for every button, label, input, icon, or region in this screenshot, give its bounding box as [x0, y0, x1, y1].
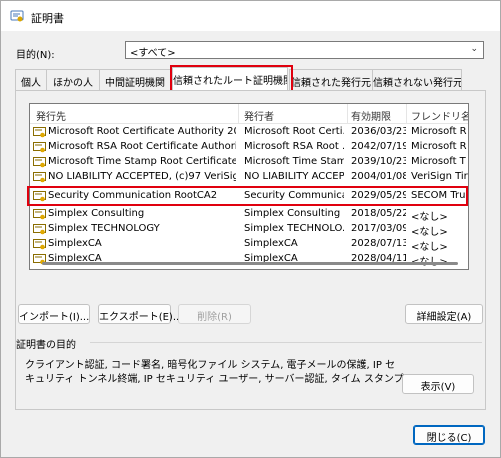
issued-by-cell: Microsoft RSA Root ...: [244, 141, 344, 152]
table-row[interactable]: SimplexCA SimplexCA 2028/07/13 <なし>: [30, 237, 468, 253]
export-button[interactable]: エクスポート(E)...: [98, 304, 182, 324]
remove-button[interactable]: 削除(R): [178, 304, 251, 324]
certificate-icon: [33, 224, 46, 235]
import-button[interactable]: インポート(I)...: [18, 304, 90, 324]
tab-untrusted-publishers[interactable]: 信頼されない発行元: [372, 69, 462, 90]
issued-by-cell: Microsoft Root Certi...: [244, 126, 344, 137]
column-issued-to[interactable]: 発行先: [36, 108, 236, 123]
expiration-cell: 2017/03/09: [351, 223, 406, 234]
certificate-icon: [33, 157, 46, 168]
table-row-selected[interactable]: Security Communication RootCA2 Security …: [30, 189, 468, 204]
expiration-cell: 2039/10/23: [351, 156, 406, 167]
certificate-dialog: 証明書 目的(N): <すべて> ⌄ 個人 ほかの人 中間証明機関 信頼されたル…: [0, 0, 501, 458]
horizontal-scrollbar[interactable]: [42, 262, 458, 265]
table-row[interactable]: Simplex Consulting Simplex Consulting 20…: [30, 207, 468, 223]
group-divider: [90, 342, 482, 343]
issued-to-cell: Microsoft Time Stamp Root Certificate Au…: [48, 156, 236, 167]
certificate-icon: [33, 142, 46, 153]
column-issued-by[interactable]: 発行者: [244, 108, 344, 123]
friendly-name-cell: VeriSign Tir: [411, 171, 468, 182]
certificate-list[interactable]: 発行先 発行者 有効期限 フレンドリ名 Microsoft Root Certi…: [29, 103, 469, 270]
table-row[interactable]: Microsoft Time Stamp Root Certificate Au…: [30, 155, 468, 170]
certificate-icon: [33, 209, 46, 220]
expiration-cell: 2028/07/13: [351, 238, 406, 249]
column-expiration[interactable]: 有効期限: [351, 108, 406, 123]
friendly-name-cell: <なし>: [411, 242, 448, 253]
certificate-icon: [33, 239, 46, 250]
issued-to-cell: Simplex TECHNOLOGY: [48, 223, 160, 234]
certificate-purposes-group: 証明書の目的 クライアント認証, コード署名, 暗号化ファイル システム, 電子…: [16, 336, 482, 406]
tab-trusted-root-ca[interactable]: 信頼されたルート証明機関: [172, 67, 288, 91]
certificate-purposes-text: クライアント認証, コード署名, 暗号化ファイル システム, 電子メールの保護,…: [25, 360, 404, 385]
friendly-name-cell: SECOM Tru: [411, 190, 466, 201]
expiration-cell: 2004/01/08: [351, 171, 406, 182]
advanced-button[interactable]: 詳細設定(A): [405, 304, 483, 324]
table-row[interactable]: Simplex TECHNOLOGY Simplex TECHNOLO... 2…: [30, 222, 468, 238]
issued-by-cell: Microsoft Time Stam...: [244, 156, 344, 167]
purpose-select-value: <すべて>: [130, 48, 176, 59]
issued-by-cell: Security Communica...: [244, 190, 344, 201]
friendly-name-cell: <なし>: [411, 253, 468, 268]
column-friendly-name[interactable]: フレンドリ名: [411, 108, 468, 123]
friendly-name-cell: Microsoft R: [411, 126, 467, 137]
issued-to-cell: Security Communication RootCA2: [48, 190, 218, 201]
friendly-name-cell: Microsoft T: [411, 156, 466, 167]
list-header: 発行先 発行者 有効期限 フレンドリ名: [30, 104, 468, 124]
friendly-name-cell: Microsoft R: [411, 141, 467, 152]
issued-to-cell: Microsoft RSA Root Certificate Authority…: [48, 141, 236, 152]
purpose-select[interactable]: <すべて> ⌄: [125, 41, 484, 59]
tab-strip: 個人 ほかの人 中間証明機関 信頼されたルート証明機関 信頼された発行元 信頼さ…: [15, 67, 485, 91]
certificate-icon: [33, 172, 46, 183]
friendly-name-cell: <なし>: [411, 227, 448, 238]
purpose-label: 目的(N):: [16, 50, 55, 61]
tab-trusted-publishers[interactable]: 信頼された発行元: [289, 69, 373, 90]
issued-to-cell: SimplexCA: [48, 238, 102, 249]
table-row[interactable]: Microsoft RSA Root Certificate Authority…: [30, 140, 468, 155]
tab-intermediate-ca[interactable]: 中間証明機関: [99, 69, 171, 90]
title-bar: 証明書: [1, 1, 500, 31]
certificate-icon: [33, 127, 46, 138]
issued-by-cell: Simplex TECHNOLO...: [244, 223, 344, 234]
expiration-cell: 2036/03/23: [351, 126, 406, 137]
expiration-cell: 2042/07/19: [351, 141, 406, 152]
certificate-icon: [33, 191, 46, 202]
expiration-cell: 2018/05/22: [351, 208, 406, 219]
table-row[interactable]: Microsoft Root Certificate Authority 201…: [30, 125, 468, 140]
view-button[interactable]: 表示(V): [402, 374, 474, 394]
expiration-cell: 2029/05/29: [351, 190, 406, 201]
issued-by-cell: SimplexCA: [244, 238, 298, 249]
certificate-icon: [10, 10, 24, 22]
issued-by-cell: Simplex Consulting: [244, 208, 341, 219]
tab-other-people[interactable]: ほかの人: [46, 69, 100, 90]
issued-to-cell: Microsoft Root Certificate Authority 201…: [48, 126, 236, 137]
group-title: 証明書の目的: [16, 340, 76, 351]
close-button[interactable]: 閉じる(C): [413, 425, 485, 445]
issued-by-cell: NO LIABILITY ACCEPT...: [244, 171, 344, 182]
table-row[interactable]: NO LIABILITY ACCEPTED, (c)97 VeriSign, I…: [30, 170, 468, 185]
tab-personal[interactable]: 個人: [15, 69, 47, 90]
issued-to-cell: NO LIABILITY ACCEPTED, (c)97 VeriSign, I…: [48, 171, 236, 182]
friendly-name-cell: <なし>: [411, 212, 448, 223]
chevron-down-icon: ⌄: [470, 44, 478, 54]
issued-to-cell: Simplex Consulting: [48, 208, 145, 219]
window-title: 証明書: [31, 12, 64, 25]
